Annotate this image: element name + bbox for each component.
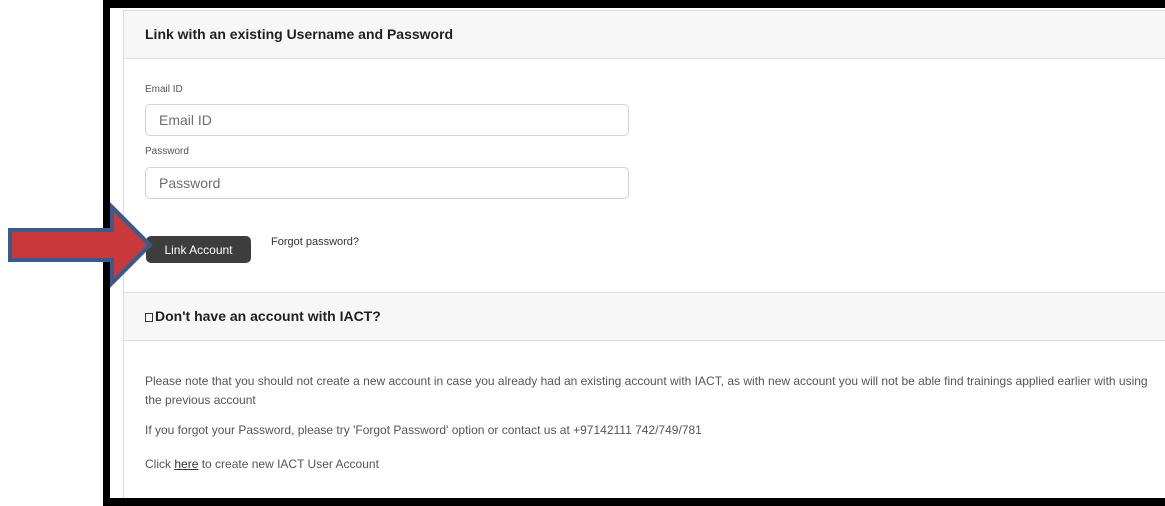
- page-content: Link with an existing Username and Passw…: [110, 8, 1165, 498]
- link-account-panel: Link with an existing Username and Passw…: [123, 10, 1165, 293]
- new-account-note: Please note that you should not create a…: [145, 374, 1148, 407]
- link-account-header: Link with an existing Username and Passw…: [124, 11, 1165, 59]
- create-account-title-text: Don't have an account with IACT?: [155, 308, 381, 324]
- screenshot-frame: Link with an existing Username and Passw…: [103, 0, 1165, 506]
- create-account-header: Don't have an account with IACT?: [124, 293, 1165, 341]
- create-account-panel: Don't have an account with IACT? Please …: [123, 292, 1165, 498]
- create-account-suffix: to create new IACT User Account: [198, 457, 379, 471]
- forgot-password-help: If you forgot your Password, please try …: [145, 423, 702, 437]
- password-label: Password: [145, 146, 189, 157]
- create-account-prefix: Click: [145, 457, 175, 471]
- email-label: Email ID: [145, 84, 183, 95]
- checkbox-glyph-icon: [145, 313, 153, 322]
- forgot-password-link[interactable]: Forgot password?: [271, 236, 359, 248]
- create-account-title: Don't have an account with IACT?: [145, 308, 381, 324]
- create-account-here-link[interactable]: here: [174, 457, 198, 471]
- create-account-line: Click here to create new IACT User Accou…: [145, 455, 1155, 474]
- email-input[interactable]: [145, 104, 629, 136]
- link-account-button[interactable]: Link Account: [146, 236, 251, 263]
- password-input[interactable]: [145, 167, 629, 199]
- link-account-title: Link with an existing Username and Passw…: [145, 26, 454, 42]
